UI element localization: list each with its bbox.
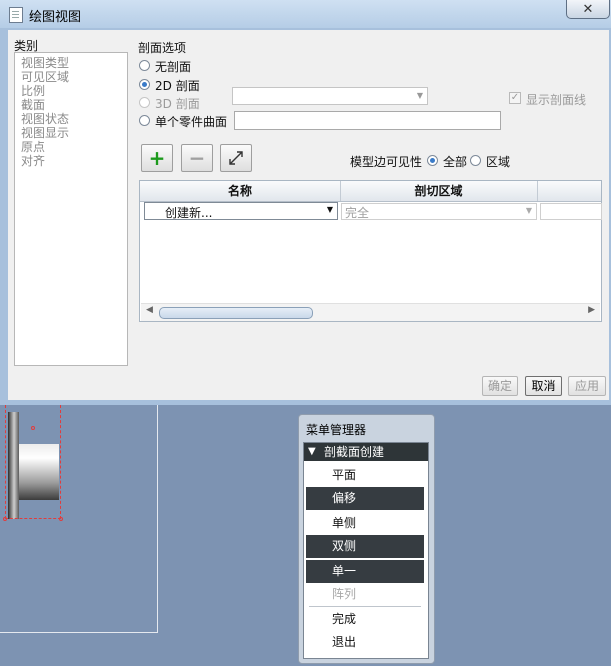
selection-outline	[5, 405, 61, 519]
radio-single-part-surface[interactable]	[139, 115, 150, 126]
menu-item-done[interactable]: 完成	[306, 608, 424, 631]
ok-button[interactable]: 确定	[482, 376, 518, 396]
category-list[interactable]: 视图类型 可见区域 比例 截面 视图状态 视图显示 原点 对齐	[14, 52, 128, 366]
section-area-value: 完全	[345, 206, 370, 220]
corner-handle-icon[interactable]	[3, 517, 7, 521]
section-name-value: 创建新...	[165, 206, 213, 220]
document-icon	[9, 7, 23, 23]
column-header-section-area[interactable]: 剖切区域	[340, 181, 538, 201]
menu-header-label: 剖截面创建	[324, 445, 385, 459]
flip-section-button[interactable]	[220, 144, 252, 172]
section-table: 名称 剖切区域 创建新... ▼ 完全 ▼ ◀ ▶	[139, 180, 602, 322]
category-item-view-type[interactable]: 视图类型	[21, 56, 69, 70]
menu-item-both-sides[interactable]: 双侧	[306, 535, 424, 558]
anchor-point-icon[interactable]	[31, 426, 35, 430]
category-item-view-display[interactable]: 视图显示	[21, 126, 69, 140]
menu-item-one-side[interactable]: 单侧	[306, 512, 424, 535]
no-section-label: 无剖面	[155, 60, 192, 74]
section-area-dropdown[interactable]: 完全 ▼	[341, 203, 537, 220]
scrollbar-thumb[interactable]	[159, 307, 313, 319]
menu-header-section-create[interactable]: ▼ 剖截面创建	[304, 443, 428, 461]
close-icon: ✕	[582, 1, 594, 17]
category-item-origin[interactable]: 原点	[21, 140, 45, 154]
menu-item-plane[interactable]: 平面	[306, 464, 424, 487]
category-item-visible-area[interactable]: 可见区域	[21, 70, 69, 84]
category-item-view-state[interactable]: 视图状态	[21, 112, 69, 126]
2d-section-label: 2D 剖面	[155, 79, 200, 93]
drawing-border-bottom	[0, 632, 158, 633]
title-bar[interactable]	[0, 0, 611, 28]
triangle-down-icon: ▼	[308, 446, 316, 457]
menu-item-single[interactable]: 单一	[306, 560, 424, 583]
menu-item-pattern[interactable]: 阵列	[306, 583, 424, 606]
cancel-button[interactable]: 取消	[525, 376, 562, 396]
minus-icon: −	[188, 146, 206, 170]
column-header-name[interactable]: 名称	[140, 181, 341, 201]
menu-item-quit[interactable]: 退出	[306, 631, 424, 654]
radio-no-section[interactable]	[139, 60, 150, 71]
scroll-right-icon[interactable]: ▶	[588, 305, 595, 315]
radio-2d-section[interactable]	[139, 79, 150, 90]
apply-button[interactable]: 应用	[568, 376, 606, 396]
radio-3d-section[interactable]	[139, 97, 150, 108]
drawing-border-right	[157, 405, 158, 633]
visibility-area-label: 区域	[486, 155, 511, 169]
table-header: 名称 剖切区域	[140, 181, 601, 202]
horizontal-scrollbar[interactable]: ◀ ▶	[141, 303, 600, 321]
flip-arrows-icon	[229, 151, 243, 165]
part-surface-input[interactable]	[234, 111, 501, 130]
radio-visibility-area[interactable]	[470, 155, 481, 166]
section-name-dropdown[interactable]: 创建新... ▼	[144, 202, 338, 220]
chevron-down-icon: ▼	[525, 206, 532, 215]
close-button[interactable]: ✕	[566, 0, 610, 19]
show-section-lines-checkbox[interactable]: ✓	[509, 92, 521, 104]
chevron-down-icon: ▼	[326, 205, 333, 214]
remove-section-button[interactable]: −	[181, 144, 213, 172]
category-item-section[interactable]: 截面	[21, 98, 45, 112]
plus-icon: +	[148, 146, 166, 170]
chevron-down-icon: ▼	[416, 91, 423, 100]
visibility-all-label: 全部	[443, 155, 468, 169]
scroll-left-icon[interactable]: ◀	[146, 305, 153, 315]
menu-item-offset[interactable]: 偏移	[306, 487, 424, 510]
category-item-scale[interactable]: 比例	[21, 84, 45, 98]
window-title: 绘图视图	[29, 10, 82, 25]
3d-section-dropdown[interactable]: ▼	[232, 87, 428, 105]
model-edge-visibility-label: 模型边可见性	[350, 155, 423, 169]
corner-handle-icon[interactable]	[59, 517, 63, 521]
show-section-lines-label: 显示剖面线	[526, 93, 587, 107]
section-options-label: 剖面选项	[138, 41, 187, 55]
table-cell-extra[interactable]	[540, 203, 602, 220]
3d-section-label: 3D 剖面	[155, 97, 200, 111]
category-item-alignment[interactable]: 对齐	[21, 154, 45, 168]
radio-visibility-all[interactable]	[427, 155, 438, 166]
add-section-button[interactable]: +	[141, 144, 173, 172]
single-part-surface-label: 单个零件曲面	[155, 115, 228, 129]
menu-separator	[309, 606, 421, 607]
menu-manager-title: 菜单管理器	[306, 423, 367, 437]
